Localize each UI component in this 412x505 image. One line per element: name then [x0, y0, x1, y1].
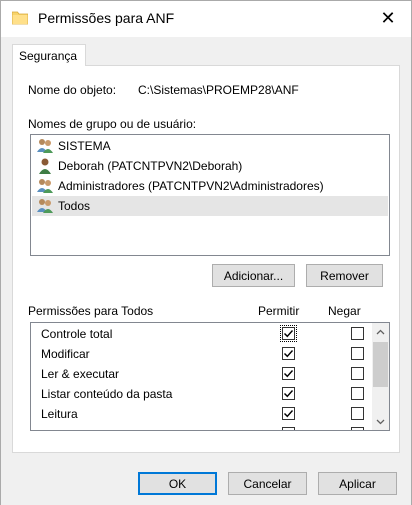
apply-button[interactable]: Aplicar	[318, 472, 397, 495]
remove-button[interactable]: Remover	[306, 264, 383, 287]
deny-checkbox[interactable]	[351, 427, 364, 430]
scroll-up-button[interactable]	[372, 323, 389, 340]
ok-button[interactable]: OK	[138, 472, 217, 495]
scroll-down-button[interactable]	[372, 413, 389, 430]
permission-name: Ler & executar	[41, 367, 120, 381]
list-item-label: Administradores (PATCNTPVN2\Administrado…	[58, 179, 324, 193]
list-item-label: SISTEMA	[58, 139, 111, 153]
allow-checkbox[interactable]	[282, 427, 295, 430]
group-icon	[37, 139, 53, 153]
cancel-button[interactable]: Cancelar	[228, 472, 307, 495]
close-button[interactable]: ✕	[365, 1, 411, 35]
close-icon: ✕	[380, 7, 396, 28]
permission-row: Ler & executar	[31, 364, 371, 384]
list-item-deborah[interactable]: Deborah (PATCNTPVN2\Deborah)	[32, 156, 388, 176]
folder-icon	[12, 11, 28, 25]
permission-name: Listar conteúdo da pasta	[41, 387, 173, 401]
permissions-list: Controle total Modificar Ler & executar …	[30, 322, 390, 431]
permissions-header: Permissões para Todos	[28, 304, 154, 318]
group-icon	[37, 199, 53, 213]
deny-checkbox[interactable]	[351, 367, 364, 380]
group-icon	[37, 179, 53, 193]
permission-name: Modificar	[41, 347, 90, 361]
security-panel: Nome do objeto: C:\Sistemas\PROEMP28\ANF…	[12, 65, 400, 453]
checkmark-icon	[284, 330, 294, 338]
scroll-thumb[interactable]	[373, 342, 388, 387]
checkmark-icon	[284, 390, 294, 398]
checkmark-icon	[284, 350, 294, 358]
list-item-label: Todos	[58, 199, 91, 213]
permission-row	[31, 424, 371, 430]
list-item-sistema[interactable]: SISTEMA	[32, 136, 388, 156]
deny-checkbox[interactable]	[351, 347, 364, 360]
deny-column-header: Negar	[328, 304, 361, 318]
permissions-scrollbar[interactable]	[372, 323, 389, 430]
chevron-down-icon	[376, 419, 385, 424]
tab-security[interactable]: Segurança	[12, 44, 86, 66]
permission-row: Leitura	[31, 404, 371, 424]
list-item-label: Deborah (PATCNTPVN2\Deborah)	[58, 159, 243, 173]
deny-checkbox[interactable]	[351, 387, 364, 400]
permission-row: Modificar	[31, 344, 371, 364]
checkmark-icon	[284, 410, 294, 418]
allow-checkbox[interactable]	[282, 407, 295, 420]
allow-checkbox[interactable]	[280, 325, 297, 342]
allow-checkbox[interactable]	[282, 367, 295, 380]
window-title: Permissões para ANF	[38, 10, 175, 26]
object-name-label: Nome do objeto:	[28, 83, 117, 97]
permission-row: Controle total	[31, 324, 371, 344]
deny-checkbox[interactable]	[351, 407, 364, 420]
list-item-administradores[interactable]: Administradores (PATCNTPVN2\Administrado…	[32, 176, 388, 196]
users-listbox[interactable]: SISTEMA Deborah (PATCNTPVN2\Deborah) Adm…	[30, 134, 390, 256]
permission-row: Listar conteúdo da pasta	[31, 384, 371, 404]
permission-name: Leitura	[41, 407, 78, 421]
checkmark-icon	[284, 370, 294, 378]
object-name-value: C:\Sistemas\PROEMP28\ANF	[138, 83, 299, 97]
add-button[interactable]: Adicionar...	[212, 264, 295, 287]
dialog-button-bar: OK Cancelar Aplicar	[1, 461, 411, 505]
allow-checkbox[interactable]	[282, 347, 295, 360]
permission-name: Controle total	[41, 327, 113, 341]
users-list-label: Nomes de grupo ou de usuário:	[28, 117, 197, 131]
user-icon	[39, 158, 51, 174]
chevron-up-icon	[376, 329, 385, 334]
list-item-todos[interactable]: Todos	[32, 196, 388, 216]
permissions-dialog: Permissões para ANF ✕ Segurança Nome do …	[0, 0, 412, 505]
allow-column-header: Permitir	[258, 304, 300, 318]
title-bar[interactable]: Permissões para ANF ✕	[1, 1, 411, 37]
deny-checkbox[interactable]	[351, 327, 364, 340]
allow-checkbox[interactable]	[282, 387, 295, 400]
